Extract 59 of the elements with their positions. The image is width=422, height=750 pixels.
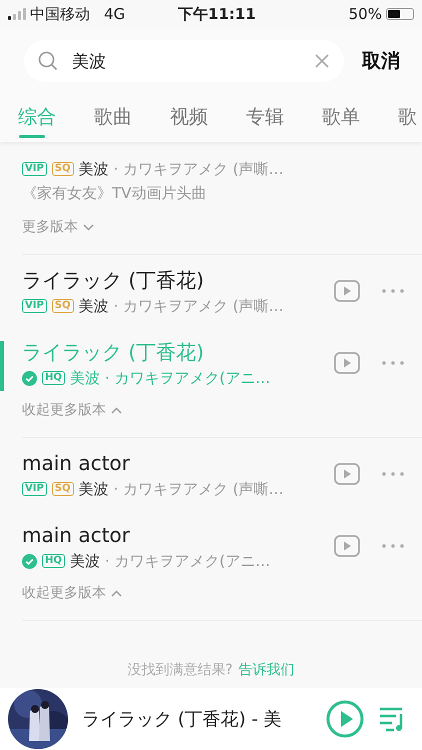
carrier-name: 中国移动: [30, 4, 90, 24]
song-title[interactable]: main actor: [22, 520, 334, 550]
versions-toggle[interactable]: 收起更多版本: [22, 582, 122, 614]
signal-icon: [8, 8, 26, 20]
more-icon[interactable]: [382, 361, 404, 365]
song-title[interactable]: ライラック (丁香花): [22, 337, 334, 367]
chevron-icon: [111, 590, 122, 596]
more-icon[interactable]: [382, 289, 404, 293]
video-play-icon[interactable]: [334, 535, 360, 557]
video-play-icon[interactable]: [334, 352, 360, 374]
artist-name: 美波: [78, 479, 108, 500]
artist-name: 美波: [78, 296, 108, 317]
search-field[interactable]: 美波: [24, 40, 344, 82]
feedback-text: 没找到满意结果?: [127, 661, 233, 679]
video-play-icon[interactable]: [334, 280, 360, 302]
artist-name: 美波: [70, 551, 100, 572]
sq-badge: SQ: [52, 162, 74, 176]
category-tab[interactable]: 综合: [18, 100, 56, 142]
play-button[interactable]: [326, 700, 364, 738]
sq-badge: SQ: [52, 482, 74, 496]
album-info: · カワキヲアメク (声嘶…: [114, 159, 284, 180]
versions-toggle[interactable]: 更多版本: [22, 216, 94, 248]
category-tab[interactable]: 歌: [398, 100, 417, 142]
song-description: 《家有女友》TV动画片头曲: [22, 183, 208, 204]
cancel-button[interactable]: 取消: [344, 48, 410, 74]
album-info: · カワキヲアメク(アニ…: [104, 368, 270, 389]
category-tab[interactable]: 歌曲: [94, 100, 132, 142]
album-info: · カワキヲアメク (声嘶…: [114, 479, 284, 500]
chevron-icon: [83, 224, 94, 230]
clock: 下午11:11: [178, 4, 257, 24]
chevron-icon: [111, 406, 122, 414]
category-tab[interactable]: 视频: [170, 100, 208, 142]
sq-badge: SQ: [52, 299, 74, 313]
vip-badge: VIP: [22, 299, 47, 313]
versions-toggle[interactable]: 收起更多版本: [22, 399, 122, 431]
check-icon: [22, 554, 37, 568]
check-icon: [22, 370, 37, 386]
network-type: 4G: [104, 5, 126, 23]
category-tab[interactable]: 专辑: [246, 100, 284, 142]
category-tab[interactable]: 歌单: [322, 100, 360, 142]
artist-name: 美波: [70, 368, 100, 389]
artist-name: 美波: [78, 159, 108, 180]
clear-icon[interactable]: [314, 53, 330, 69]
battery-icon: [386, 8, 414, 20]
video-play-icon[interactable]: [334, 463, 360, 485]
song-title[interactable]: main actor: [22, 448, 334, 478]
vip-badge: VIP: [22, 162, 47, 176]
album-info: · カワキヲアメク (声嘶…: [114, 296, 284, 317]
battery-percent: 50%: [348, 5, 382, 23]
hq-badge: HQ: [42, 371, 65, 385]
more-icon[interactable]: [382, 472, 404, 476]
hq-badge: HQ: [42, 554, 65, 568]
more-icon[interactable]: [382, 544, 404, 548]
search-input[interactable]: 美波: [70, 50, 302, 72]
feedback-link[interactable]: 告诉我们: [238, 661, 295, 679]
album-info: · カワキヲアメク(アニ…: [104, 551, 270, 572]
song-title[interactable]: ライラック (丁香花): [22, 265, 334, 295]
search-icon: [38, 51, 58, 71]
vip-badge: VIP: [22, 482, 47, 496]
